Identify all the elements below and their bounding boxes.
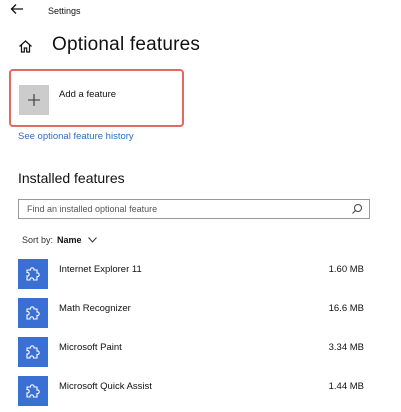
search-box[interactable] [18,199,370,219]
sort-label: Sort by: [22,235,54,245]
back-button[interactable] [10,3,28,19]
puzzle-icon [18,298,48,328]
feature-name: Microsoft Quick Assist [59,381,152,392]
back-arrow-icon [10,4,23,14]
home-icon[interactable] [18,39,33,54]
add-feature-label: Add a feature [59,89,117,100]
installed-features-list: Internet Explorer 11 1.60 MB Math Recogn… [18,259,368,412]
feature-size: 1.44 MB [328,381,364,392]
installed-features-heading: Installed features [18,170,125,186]
feature-size: 1.60 MB [328,264,364,275]
chevron-down-icon [87,237,97,243]
feature-name: Internet Explorer 11 [59,264,142,275]
feature-name: Microsoft Paint [59,342,122,353]
puzzle-icon [18,337,48,367]
list-item[interactable]: Microsoft Paint 3.34 MB [18,337,368,376]
search-icon[interactable] [351,203,363,215]
plus-icon [19,85,49,115]
add-feature-button[interactable]: Add a feature [19,85,116,115]
list-item[interactable]: Math Recognizer 16.6 MB [18,298,368,337]
list-item[interactable]: Microsoft Quick Assist 1.44 MB [18,376,368,412]
puzzle-icon [18,259,48,289]
page-title: Optional features [52,34,201,55]
window-title: Settings [48,6,81,16]
title-bar: Settings [0,0,401,22]
puzzle-icon [18,376,48,406]
list-item[interactable]: Internet Explorer 11 1.60 MB [18,259,368,298]
sort-dropdown[interactable]: Sort by: Name [22,235,97,245]
feature-name: Math Recognizer [59,303,131,314]
sort-value: Name [57,235,82,245]
feature-history-link[interactable]: See optional feature history [18,131,134,142]
feature-size: 3.34 MB [328,342,364,353]
search-input[interactable] [19,200,349,218]
feature-size: 16.6 MB [328,303,364,314]
